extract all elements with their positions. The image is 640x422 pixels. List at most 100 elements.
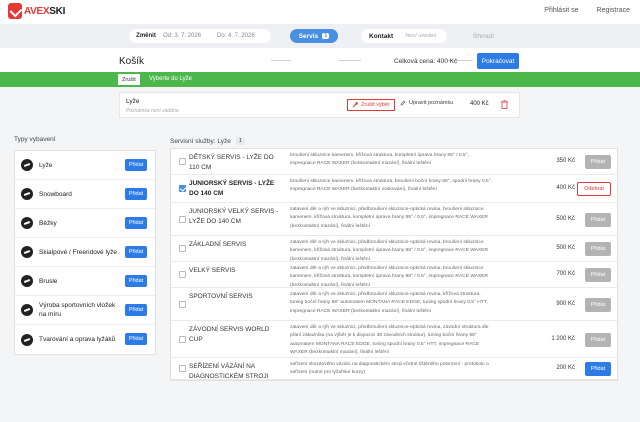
add-service-button[interactable]: Přidat (585, 242, 611, 256)
edit-note-label: Upravit poznámku (409, 100, 454, 106)
service-row: Základní servis zatavení děr a rýh ve skl… (171, 236, 617, 262)
add-service-button[interactable]: Přidat (585, 297, 611, 312)
steps-bar: Změnit Od: 3. 7. 2026 Do: 4. 7. 2026 Ser… (0, 24, 640, 61)
service-name: Základní servis (189, 241, 247, 248)
login-link[interactable]: Přihlásit se (544, 7, 578, 14)
equipment-icon (21, 188, 33, 200)
equipment-type-item: Skialpové / Freeridové lyže Přidat (15, 238, 155, 267)
add-equipment-button[interactable]: Přidat (125, 159, 147, 171)
selection-banner (0, 72, 640, 87)
banner-cancel-button[interactable]: Zrušit (118, 74, 140, 85)
step-summary[interactable]: Shrnutí (473, 29, 494, 43)
add-equipment-button[interactable]: Přidat (125, 275, 147, 287)
service-description: broušení skluznice kamenem, křížová stru… (290, 179, 493, 193)
service-row: Juniorský velký servis - lyže do 140 cm z… (171, 203, 617, 236)
service-checkbox[interactable] (179, 158, 186, 165)
equipment-type-item: Výroba sportovních vložek na míru Přidat (15, 296, 155, 325)
step-servis[interactable]: Servis 1 (290, 29, 338, 43)
equipment-type-label: Běžky (39, 219, 57, 227)
equipment-type-label: Snowboard (39, 190, 72, 198)
add-equipment-button[interactable]: Přidat (125, 246, 147, 258)
service-row: Juniorský servis - lyže do 140 cm broušen… (171, 175, 617, 203)
service-description: zatavení děr a rýh ve skluznici, předbro… (290, 240, 489, 262)
step-contact-sub: Není uveden (405, 33, 437, 39)
date-to: Do: 4. 7. 2026 (217, 33, 255, 39)
service-name: Juniorský velký servis - lyže do 140 cm (189, 208, 279, 225)
service-description: broušení skluznice kamenem, křížová stru… (290, 153, 469, 167)
equipment-types: Typy vybavení Lyže Přidat Snowboard Přidat B… (14, 136, 156, 355)
equipment-icon (21, 304, 33, 316)
service-checkbox[interactable] (179, 185, 186, 192)
logo[interactable]: AVEXSKI (8, 3, 65, 19)
cancel-selection-label: Zrušit výběr (361, 102, 390, 108)
equipment-types-title: Typy vybavení (14, 136, 56, 143)
cart-item-note: Poznámka není zadána (126, 108, 179, 114)
service-price: 700 Kč (556, 271, 575, 277)
service-price: 200 Kč (556, 365, 575, 371)
logo-icon (8, 3, 22, 19)
service-checkbox[interactable] (179, 300, 186, 308)
equipment-type-item: Brusle Přidat (15, 267, 155, 296)
service-description: zatavení děr a rýh ve skluznici, předbro… (290, 207, 489, 229)
equipment-type-item: Lyže Přidat (15, 151, 155, 180)
services-table: Dětský servis - lyže do 110 cm broušení s… (170, 148, 618, 381)
add-service-button[interactable]: Přidat (585, 332, 611, 347)
date-from: Od: 3. 7. 2026 (163, 33, 202, 39)
add-service-button[interactable]: Přidat (585, 268, 611, 282)
service-checkbox[interactable] (179, 365, 186, 372)
date-selector[interactable]: Změnit Od: 3. 7. 2026 Do: 4. 7. 2026 (129, 29, 271, 43)
change-dates-button[interactable]: Změnit (129, 33, 163, 39)
add-equipment-button[interactable]: Přidat (125, 188, 147, 200)
register-link[interactable]: Registrace (597, 7, 630, 14)
remove-service-button[interactable]: Odebrat (577, 182, 611, 196)
service-name: Závodní servis World Cup (189, 326, 270, 343)
service-price: 1 200 Kč (551, 335, 575, 342)
service-price: 500 Kč (556, 245, 575, 251)
services-count: 1 (235, 137, 245, 145)
equipment-type-item: Běžky Přidat (15, 209, 155, 238)
service-price: 500 Kč (556, 215, 575, 222)
pencil-icon (400, 100, 406, 106)
trash-icon[interactable] (501, 100, 508, 109)
equipment-type-label: Brusle (39, 277, 58, 285)
service-row: Sportovní servis zatavení děr a rýh ve sk… (171, 288, 617, 321)
equipment-type-label: Tvarování a oprava lyžáků (39, 336, 116, 343)
add-service-button[interactable]: Přidat (585, 362, 611, 376)
service-row: Velký servis zatavení děr a rýh ve skluzn… (171, 262, 617, 288)
equipment-type-item: Snowboard Přidat (15, 180, 155, 209)
add-equipment-button[interactable]: Přidat (125, 304, 147, 316)
add-equipment-button[interactable]: Přidat (125, 217, 147, 229)
step-contact-label: Kontakt (369, 32, 394, 40)
equipment-icon (21, 246, 33, 258)
continue-button[interactable]: Pokračovat (477, 53, 519, 69)
add-equipment-button[interactable]: Přidat (125, 333, 147, 345)
service-checkbox[interactable] (179, 271, 186, 278)
service-price: 350 Kč (556, 158, 575, 164)
add-service-button[interactable]: Přidat (585, 155, 611, 169)
equipment-icon (21, 217, 33, 229)
step-servis-count: 1 (322, 33, 330, 39)
service-name: Seřízení vázání na diagnostickém stroji (189, 363, 269, 380)
logo-text-red: AVEX (24, 5, 50, 17)
logo-text-dark: SKI (49, 5, 66, 17)
cart-item-price: 400 Kč (470, 101, 489, 107)
cancel-selection-button[interactable]: Zrušit výběr (347, 99, 395, 111)
service-checkbox[interactable] (179, 335, 186, 343)
service-name: Velký servis (189, 267, 236, 274)
service-name: Juniorský servis - lyže do 140 cm (189, 180, 275, 197)
service-row: Závodní servis World Cup zatavení děr a r… (171, 321, 617, 358)
equipment-type-label: Výroba sportovních vložek na míru (39, 302, 116, 318)
edit-note-button[interactable]: Upravit poznámku (400, 100, 453, 106)
banner-text: Vyberte do Lyže (149, 76, 192, 82)
equipment-icon (21, 275, 33, 287)
step-contact[interactable]: Kontakt Není uveden (361, 29, 447, 43)
equipment-type-label: Lyže (39, 161, 53, 169)
add-service-button[interactable]: Přidat (585, 212, 611, 227)
service-description: zatavení děr a rýh ve skluznici, předbro… (290, 266, 489, 288)
service-name: Dětský servis - lyže do 110 cm (189, 154, 274, 171)
page-title: Košík (119, 56, 145, 67)
service-checkbox[interactable] (179, 215, 186, 223)
cart-item: Lyže Poznámka není zadána Zrušit výběr U… (119, 92, 520, 118)
service-description: seřízení skozdového vázání na diagnostic… (290, 362, 489, 376)
service-checkbox[interactable] (179, 245, 186, 252)
